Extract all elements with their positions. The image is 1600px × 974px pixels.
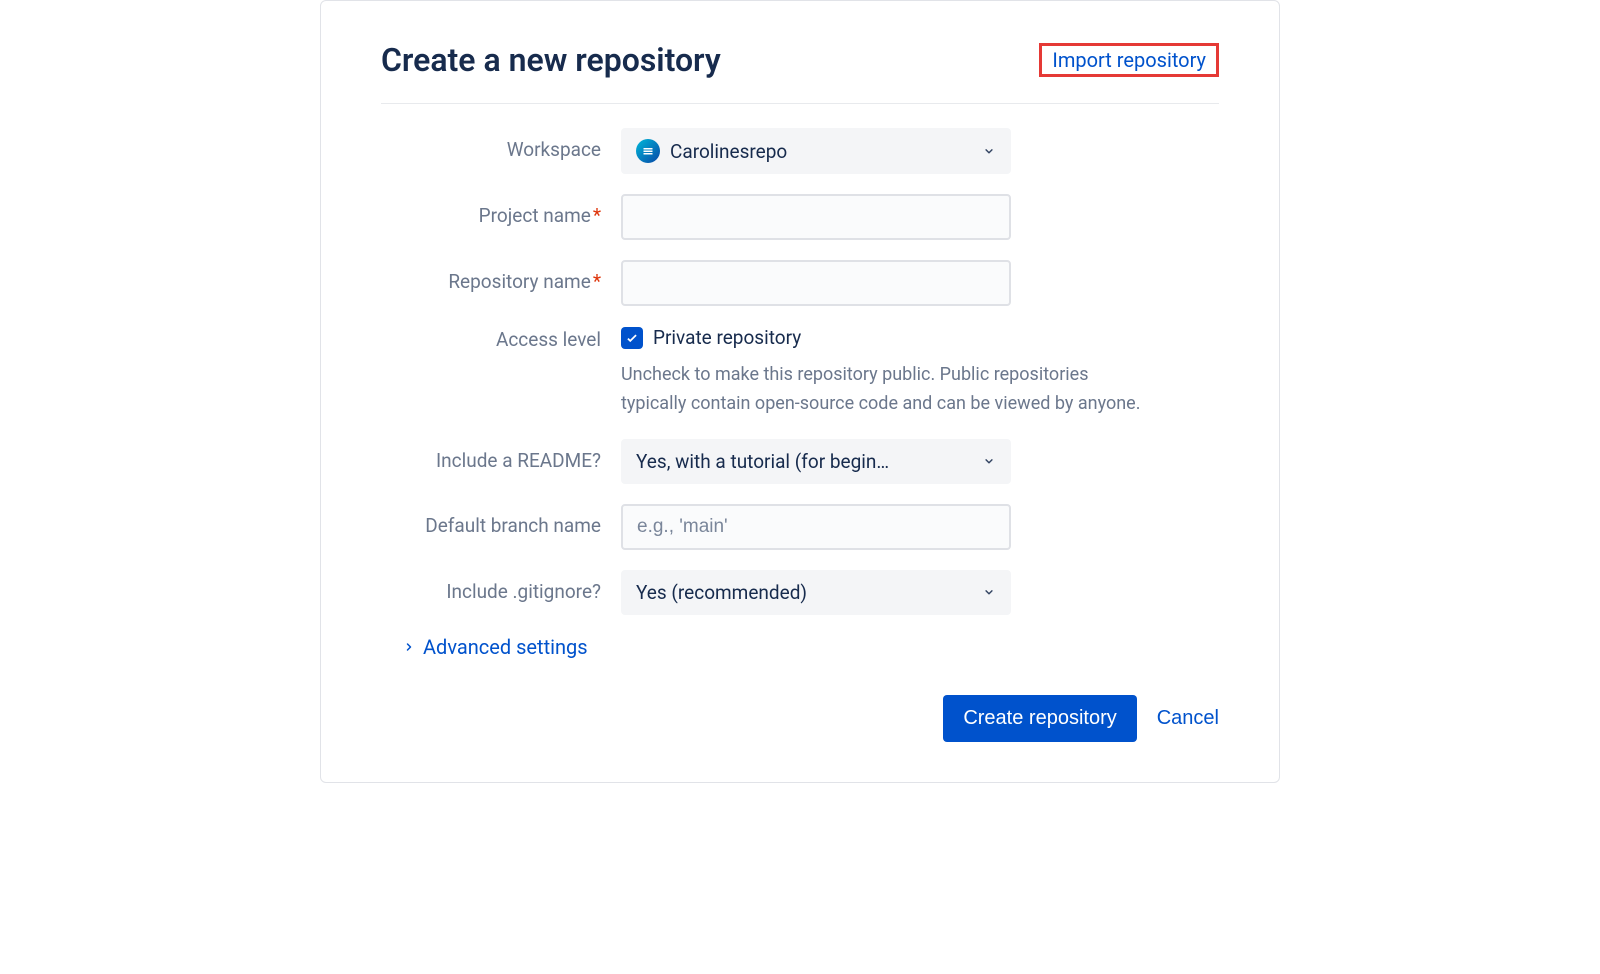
workspace-label: Workspace <box>381 128 621 161</box>
project-name-input[interactable] <box>621 194 1011 240</box>
readme-label: Include a README? <box>381 439 621 472</box>
default-branch-input[interactable] <box>621 504 1011 550</box>
repository-name-input[interactable] <box>621 260 1011 306</box>
gitignore-row: Include .gitignore? Yes (recommended) <box>381 570 1219 615</box>
panel-header: Create a new repository Import repositor… <box>381 41 1219 104</box>
workspace-row: Workspace Carolinesrepo <box>381 128 1219 174</box>
default-branch-label: Default branch name <box>381 504 621 537</box>
gitignore-label: Include .gitignore? <box>381 570 621 603</box>
repository-name-row: Repository name* <box>381 260 1219 306</box>
advanced-settings-label: Advanced settings <box>423 635 588 659</box>
access-level-row: Access level Private repository Uncheck … <box>381 326 1219 419</box>
private-repository-label: Private repository <box>653 326 801 349</box>
private-repository-checkbox[interactable] <box>621 327 643 349</box>
readme-value: Yes, with a tutorial (for begin… <box>636 450 889 473</box>
project-name-label: Project name* <box>381 194 621 227</box>
page-title: Create a new repository <box>381 41 721 79</box>
workspace-value: Carolinesrepo <box>670 140 787 163</box>
chevron-down-icon <box>982 144 996 158</box>
gitignore-value: Yes (recommended) <box>636 581 807 604</box>
default-branch-row: Default branch name <box>381 504 1219 550</box>
create-repository-button[interactable]: Create repository <box>943 695 1136 742</box>
workspace-avatar-icon <box>636 139 660 163</box>
gitignore-select[interactable]: Yes (recommended) <box>621 570 1011 615</box>
access-level-help-text: Uncheck to make this repository public. … <box>621 361 1141 419</box>
workspace-select[interactable]: Carolinesrepo <box>621 128 1011 174</box>
import-repository-link[interactable]: Import repository <box>1039 43 1219 77</box>
required-indicator: * <box>593 204 601 227</box>
advanced-settings-toggle[interactable]: Advanced settings <box>403 635 1219 659</box>
chevron-down-icon <box>982 454 996 468</box>
cancel-button[interactable]: Cancel <box>1157 707 1219 730</box>
readme-select[interactable]: Yes, with a tutorial (for begin… <box>621 439 1011 484</box>
create-repository-panel: Create a new repository Import repositor… <box>320 0 1280 783</box>
button-row: Create repository Cancel <box>381 695 1219 742</box>
required-indicator: * <box>593 270 601 293</box>
check-icon <box>625 331 639 345</box>
access-level-label: Access level <box>381 326 621 351</box>
readme-row: Include a README? Yes, with a tutorial (… <box>381 439 1219 484</box>
chevron-right-icon <box>403 641 415 653</box>
project-name-row: Project name* <box>381 194 1219 240</box>
repository-name-label: Repository name* <box>381 260 621 293</box>
chevron-down-icon <box>982 585 996 599</box>
